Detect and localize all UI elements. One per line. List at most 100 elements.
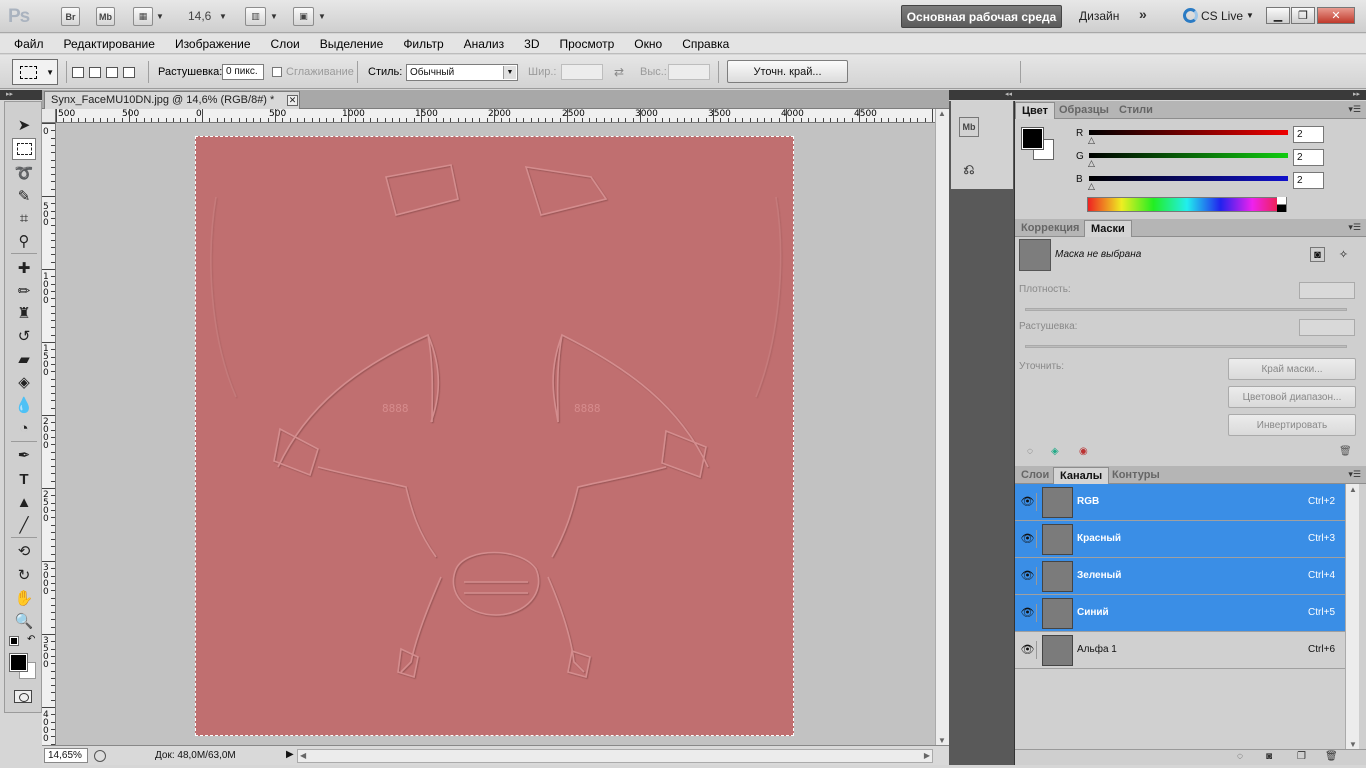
antialias-checkbox[interactable]	[272, 67, 282, 77]
panel-menu-icon[interactable]: ▾☰	[1348, 104, 1361, 115]
load-channel-selection-icon[interactable]: ◌	[1237, 751, 1243, 762]
launch-minibridge-button[interactable]: Mb	[96, 7, 115, 26]
slider-handle-icon[interactable]: △	[1088, 158, 1095, 169]
workspace-design-button[interactable]: Дизайн	[1079, 9, 1119, 23]
blur-tool-icon[interactable]: 💧	[12, 394, 36, 416]
brush-tool-icon[interactable]: ✏	[12, 280, 36, 302]
more-workspaces-icon[interactable]: »	[1139, 6, 1147, 22]
quick-mask-icon[interactable]	[14, 690, 32, 703]
menu-image[interactable]: Изображение	[175, 37, 251, 51]
tab-adjustments[interactable]: Коррекция	[1015, 220, 1085, 237]
red-value-input[interactable]: 2	[1293, 126, 1324, 143]
save-selection-channel-icon[interactable]: ◙	[1266, 751, 1272, 762]
visibility-eye-icon[interactable]: 👁	[1019, 604, 1037, 622]
tool-preset-picker[interactable]: ▼	[12, 59, 58, 85]
panel-foreground-swatch[interactable]	[1022, 128, 1043, 149]
slider-handle-icon[interactable]: △	[1088, 135, 1095, 146]
tab-layers[interactable]: Слои	[1015, 467, 1055, 484]
panel-menu-icon[interactable]: ▾☰	[1348, 222, 1361, 233]
add-vector-mask-icon[interactable]: ✧	[1336, 247, 1351, 262]
status-menu-icon[interactable]: ▶	[286, 749, 294, 760]
eyedropper-tool-icon[interactable]: ⚲	[12, 230, 36, 252]
toolbox-collapse-bar[interactable]: ▸▸	[0, 90, 42, 100]
close-icon[interactable]: ✕	[287, 95, 298, 106]
tab-paths[interactable]: Контуры	[1106, 467, 1166, 484]
apply-mask-icon[interactable]: ◈	[1051, 446, 1059, 457]
path-selection-tool-icon[interactable]: ▲	[12, 491, 36, 513]
load-selection-icon[interactable]: ◌	[1027, 446, 1033, 457]
minibridge-panel-icon[interactable]: Mb	[959, 117, 979, 137]
swap-dimensions-icon[interactable]: ⇄	[614, 65, 624, 79]
horizontal-ruler[interactable]: 500 500 0 500 1000 1500 2000 2500 3000 3…	[56, 109, 935, 123]
panel-dock-header[interactable]: ◂◂ ▸▸	[949, 90, 1366, 100]
chevron-down-icon[interactable]: ▼	[219, 12, 227, 21]
mask-feather-input[interactable]	[1299, 319, 1355, 336]
collapse-icon[interactable]: ◂◂	[1005, 90, 1012, 100]
feather-input[interactable]: 0 пикс.	[222, 64, 264, 80]
quick-selection-tool-icon[interactable]: ✎	[12, 185, 36, 207]
eraser-tool-icon[interactable]: ▰	[12, 348, 36, 370]
document-canvas[interactable]: 8888 8888	[195, 136, 794, 736]
close-button[interactable]: ✕	[1317, 7, 1355, 24]
scroll-right-icon[interactable]: ▶	[924, 751, 930, 760]
red-slider[interactable]	[1089, 130, 1288, 135]
refine-edge-button[interactable]: Уточн. край...	[727, 60, 848, 83]
new-selection-icon[interactable]	[72, 67, 84, 78]
menu-analysis[interactable]: Анализ	[464, 37, 505, 51]
history-brush-tool-icon[interactable]: ↺	[12, 325, 36, 347]
chevron-down-icon[interactable]: ▼	[270, 12, 278, 21]
blue-slider[interactable]	[1089, 176, 1288, 181]
channel-row-green[interactable]: 👁 Зеленый Ctrl+4	[1015, 558, 1345, 595]
subtract-from-selection-icon[interactable]	[106, 67, 118, 78]
tab-masks[interactable]: Маски	[1084, 220, 1132, 237]
channel-row-blue[interactable]: 👁 Синий Ctrl+5	[1015, 595, 1345, 632]
hand-tool-icon[interactable]: ✋	[12, 587, 36, 609]
paint-bucket-tool-icon[interactable]: ◈	[12, 371, 36, 393]
scroll-left-icon[interactable]: ◀	[300, 751, 306, 760]
crop-tool-icon[interactable]: ⌗	[12, 207, 36, 229]
clone-stamp-tool-icon[interactable]: ♜	[12, 302, 36, 324]
line-tool-icon[interactable]: ╱	[12, 514, 36, 536]
chevron-down-icon[interactable]: ▼	[318, 12, 326, 21]
add-to-selection-icon[interactable]	[89, 67, 101, 78]
density-input[interactable]	[1299, 282, 1355, 299]
menu-layers[interactable]: Слои	[271, 37, 300, 51]
panel-menu-icon[interactable]: ▾☰	[1348, 469, 1361, 480]
rectangular-marquee-tool-icon[interactable]	[12, 138, 36, 160]
vertical-scrollbar[interactable]: ▲ ▼	[935, 109, 949, 745]
menu-window[interactable]: Окно	[634, 37, 662, 51]
intersect-selection-icon[interactable]	[123, 67, 135, 78]
menu-3d[interactable]: 3D	[524, 37, 539, 51]
blue-value-input[interactable]: 2	[1293, 172, 1324, 189]
status-info-icon[interactable]	[94, 750, 106, 762]
3d-rotate-tool-icon[interactable]: ⟲	[12, 540, 36, 562]
tab-swatches[interactable]: Образцы	[1053, 102, 1115, 119]
launch-bridge-button[interactable]: Br	[61, 7, 80, 26]
horizontal-scrollbar[interactable]: ◀ ▶	[297, 749, 933, 763]
swap-colors-icon[interactable]: ↶	[27, 634, 35, 645]
height-input[interactable]	[668, 64, 710, 80]
visibility-eye-icon[interactable]: 👁	[1019, 641, 1037, 659]
move-tool-icon[interactable]: ➤	[12, 114, 36, 136]
scroll-up-icon[interactable]: ▲	[938, 109, 946, 118]
menu-filter[interactable]: Фильтр	[403, 37, 443, 51]
ruler-origin[interactable]	[42, 109, 56, 123]
type-tool-icon[interactable]: T	[12, 468, 36, 490]
invert-button[interactable]: Инвертировать	[1228, 414, 1356, 436]
dodge-tool-icon[interactable]: ◔	[12, 417, 36, 439]
chevron-down-icon[interactable]: ▼	[156, 12, 164, 21]
scroll-down-icon[interactable]: ▼	[938, 736, 946, 745]
screen-mode-icon[interactable]: ▣	[293, 7, 314, 26]
channel-row-red[interactable]: 👁 Красный Ctrl+3	[1015, 521, 1345, 558]
history-panel-icon[interactable]: ⎌	[959, 159, 979, 179]
color-range-button[interactable]: Цветовой диапазон...	[1228, 386, 1356, 408]
tab-color[interactable]: Цвет	[1015, 102, 1056, 119]
channel-row-alpha[interactable]: 👁 Альфа 1 Ctrl+6	[1015, 632, 1345, 669]
black-white-swatch[interactable]	[1277, 197, 1286, 212]
mask-feather-slider[interactable]	[1025, 345, 1347, 348]
menu-view[interactable]: Просмотр	[559, 37, 614, 51]
healing-brush-tool-icon[interactable]: ✚	[12, 257, 36, 279]
new-channel-icon[interactable]: ❐	[1297, 751, 1306, 762]
zoom-input[interactable]: 14,65%	[44, 748, 88, 763]
document-tab[interactable]: Synx_FaceMU10DN.jpg @ 14,6% (RGB/8#) * ✕	[44, 91, 300, 109]
